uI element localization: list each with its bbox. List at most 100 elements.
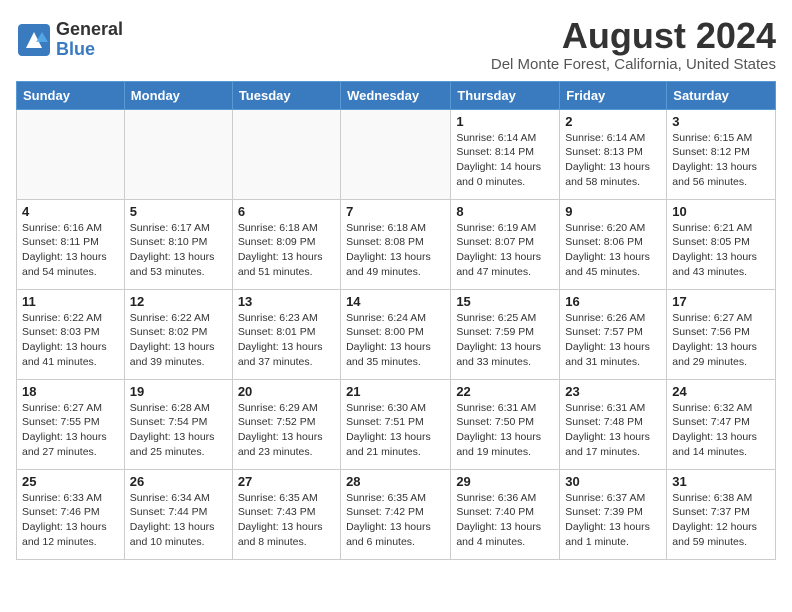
day-number: 2	[565, 114, 661, 129]
calendar-cell: 22 Sunrise: 6:31 AM Sunset: 7:50 PM Dayli…	[451, 379, 560, 469]
logo-text: General Blue	[56, 20, 123, 60]
day-info: Sunrise: 6:19 AM Sunset: 8:07 PM Dayligh…	[456, 221, 554, 280]
day-number: 17	[672, 294, 770, 309]
calendar-cell: 4 Sunrise: 6:16 AM Sunset: 8:11 PM Daylig…	[17, 199, 125, 289]
calendar-cell: 19Sunrise: 6:28 AM Sunset: 7:54 PM Dayli…	[124, 379, 232, 469]
day-number: 6	[238, 204, 335, 219]
day-number: 12	[130, 294, 227, 309]
calendar-cell: 29 Sunrise: 6:36 AM Sunset: 7:40 PM Dayli…	[451, 469, 560, 559]
logo-icon	[16, 22, 52, 58]
calendar-header-row: SundayMondayTuesdayWednesdayThursdayFrid…	[17, 81, 776, 109]
day-info: Sunrise: 6:36 AM Sunset: 7:40 PM Dayligh…	[456, 491, 554, 550]
day-info: Sunrise: 6:30 AM Sunset: 7:51 PM Dayligh…	[346, 401, 445, 460]
calendar-cell: 18 Sunrise: 6:27 AM Sunset: 7:55 PM Dayli…	[17, 379, 125, 469]
day-number: 26	[130, 474, 227, 489]
calendar-header-monday: Monday	[124, 81, 232, 109]
calendar-cell: 1 Sunrise: 6:14 AM Sunset: 8:14 PM Daylig…	[451, 109, 560, 199]
day-info: Sunrise: 6:25 AM Sunset: 7:59 PM Dayligh…	[456, 311, 554, 370]
day-number: 13	[238, 294, 335, 309]
day-info: Sunrise: 6:20 AM Sunset: 8:06 PM Dayligh…	[565, 221, 661, 280]
calendar-cell: 26 Sunrise: 6:34 AM Sunset: 7:44 PM Dayli…	[124, 469, 232, 559]
logo-general-text: General	[56, 20, 123, 40]
day-number: 22	[456, 384, 554, 399]
calendar-cell: 6 Sunrise: 6:18 AM Sunset: 8:09 PM Daylig…	[232, 199, 340, 289]
day-info: Sunrise: 6:18 AM Sunset: 8:09 PM Dayligh…	[238, 221, 335, 280]
calendar-cell	[17, 109, 125, 199]
calendar-header-tuesday: Tuesday	[232, 81, 340, 109]
day-number: 23	[565, 384, 661, 399]
header: General Blue August 2024 Del Monte Fores…	[16, 16, 776, 73]
day-info: Sunrise: 6:17 AM Sunset: 8:10 PM Dayligh…	[130, 221, 227, 280]
day-info: Sunrise: 6:35 AM Sunset: 7:43 PM Dayligh…	[238, 491, 335, 550]
day-number: 15	[456, 294, 554, 309]
day-number: 16	[565, 294, 661, 309]
day-info: Sunrise: 6:29 AM Sunset: 7:52 PM Dayligh…	[238, 401, 335, 460]
location-subtitle: Del Monte Forest, California, United Sta…	[491, 56, 776, 73]
day-number: 27	[238, 474, 335, 489]
calendar-header-sunday: Sunday	[17, 81, 125, 109]
day-number: 30	[565, 474, 661, 489]
day-info: Sunrise: 6:27 AM Sunset: 7:55 PM Dayligh…	[22, 401, 119, 460]
calendar-cell: 14 Sunrise: 6:24 AM Sunset: 8:00 PM Dayli…	[341, 289, 451, 379]
day-info: Sunrise: 6:14 AM Sunset: 8:13 PM Dayligh…	[565, 131, 661, 190]
day-number: 14	[346, 294, 445, 309]
day-number: 11	[22, 294, 119, 309]
calendar-week-row: 11 Sunrise: 6:22 AM Sunset: 8:03 PM Dayli…	[17, 289, 776, 379]
calendar-cell: 27 Sunrise: 6:35 AM Sunset: 7:43 PM Dayli…	[232, 469, 340, 559]
day-number: 3	[672, 114, 770, 129]
month-year-title: August 2024	[491, 16, 776, 56]
calendar-week-row: 1 Sunrise: 6:14 AM Sunset: 8:14 PM Daylig…	[17, 109, 776, 199]
calendar-table: SundayMondayTuesdayWednesdayThursdayFrid…	[16, 81, 776, 560]
calendar-cell: 16 Sunrise: 6:26 AM Sunset: 7:57 PM Dayli…	[560, 289, 667, 379]
day-number: 20	[238, 384, 335, 399]
day-info: Sunrise: 6:37 AM Sunset: 7:39 PM Dayligh…	[565, 491, 661, 550]
day-info: Sunrise: 6:32 AM Sunset: 7:47 PM Dayligh…	[672, 401, 770, 460]
day-info: Sunrise: 6:14 AM Sunset: 8:14 PM Dayligh…	[456, 131, 554, 190]
calendar-cell: 25Sunrise: 6:33 AM Sunset: 7:46 PM Dayli…	[17, 469, 125, 559]
day-info: Sunrise: 6:24 AM Sunset: 8:00 PM Dayligh…	[346, 311, 445, 370]
day-number: 1	[456, 114, 554, 129]
title-area: August 2024 Del Monte Forest, California…	[491, 16, 776, 73]
day-info: Sunrise: 6:22 AM Sunset: 8:03 PM Dayligh…	[22, 311, 119, 370]
day-number: 18	[22, 384, 119, 399]
calendar-header-thursday: Thursday	[451, 81, 560, 109]
day-info: Sunrise: 6:34 AM Sunset: 7:44 PM Dayligh…	[130, 491, 227, 550]
day-info: Sunrise: 6:28 AM Sunset: 7:54 PM Dayligh…	[130, 401, 227, 460]
day-number: 7	[346, 204, 445, 219]
calendar-cell: 24 Sunrise: 6:32 AM Sunset: 7:47 PM Dayli…	[667, 379, 776, 469]
day-info: Sunrise: 6:31 AM Sunset: 7:50 PM Dayligh…	[456, 401, 554, 460]
calendar-cell: 10 Sunrise: 6:21 AM Sunset: 8:05 PM Dayli…	[667, 199, 776, 289]
day-info: Sunrise: 6:31 AM Sunset: 7:48 PM Dayligh…	[565, 401, 661, 460]
calendar-cell: 11 Sunrise: 6:22 AM Sunset: 8:03 PM Dayli…	[17, 289, 125, 379]
day-info: Sunrise: 6:23 AM Sunset: 8:01 PM Dayligh…	[238, 311, 335, 370]
calendar-cell: 13 Sunrise: 6:23 AM Sunset: 8:01 PM Dayli…	[232, 289, 340, 379]
day-info: Sunrise: 6:33 AM Sunset: 7:46 PM Dayligh…	[22, 491, 119, 550]
calendar-cell: 9 Sunrise: 6:20 AM Sunset: 8:06 PM Daylig…	[560, 199, 667, 289]
day-number: 29	[456, 474, 554, 489]
calendar-cell: 2 Sunrise: 6:14 AM Sunset: 8:13 PM Daylig…	[560, 109, 667, 199]
day-number: 4	[22, 204, 119, 219]
day-number: 24	[672, 384, 770, 399]
day-number: 9	[565, 204, 661, 219]
calendar-cell: 23 Sunrise: 6:31 AM Sunset: 7:48 PM Dayli…	[560, 379, 667, 469]
calendar-cell: 20 Sunrise: 6:29 AM Sunset: 7:52 PM Dayli…	[232, 379, 340, 469]
day-number: 31	[672, 474, 770, 489]
day-info: Sunrise: 6:21 AM Sunset: 8:05 PM Dayligh…	[672, 221, 770, 280]
calendar-week-row: 4 Sunrise: 6:16 AM Sunset: 8:11 PM Daylig…	[17, 199, 776, 289]
calendar-cell	[124, 109, 232, 199]
calendar-cell: 15 Sunrise: 6:25 AM Sunset: 7:59 PM Dayli…	[451, 289, 560, 379]
calendar-cell: 31Sunrise: 6:38 AM Sunset: 7:37 PM Dayli…	[667, 469, 776, 559]
calendar-cell	[341, 109, 451, 199]
logo-blue-text: Blue	[56, 40, 123, 60]
day-info: Sunrise: 6:18 AM Sunset: 8:08 PM Dayligh…	[346, 221, 445, 280]
calendar-cell: 7 Sunrise: 6:18 AM Sunset: 8:08 PM Daylig…	[341, 199, 451, 289]
calendar-cell: 21Sunrise: 6:30 AM Sunset: 7:51 PM Dayli…	[341, 379, 451, 469]
day-info: Sunrise: 6:16 AM Sunset: 8:11 PM Dayligh…	[22, 221, 119, 280]
calendar-cell: 3Sunrise: 6:15 AM Sunset: 8:12 PM Daylig…	[667, 109, 776, 199]
calendar-cell: 28Sunrise: 6:35 AM Sunset: 7:42 PM Dayli…	[341, 469, 451, 559]
calendar-week-row: 25Sunrise: 6:33 AM Sunset: 7:46 PM Dayli…	[17, 469, 776, 559]
day-info: Sunrise: 6:27 AM Sunset: 7:56 PM Dayligh…	[672, 311, 770, 370]
calendar-cell	[232, 109, 340, 199]
day-info: Sunrise: 6:26 AM Sunset: 7:57 PM Dayligh…	[565, 311, 661, 370]
day-number: 10	[672, 204, 770, 219]
